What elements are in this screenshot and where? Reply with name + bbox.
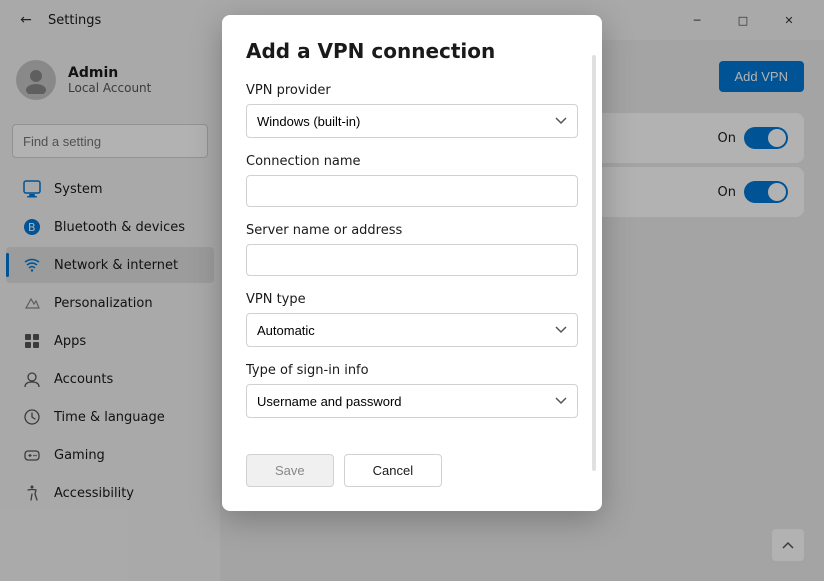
settings-window: ← Settings ─ □ ✕ Admin Local Account [0,0,824,581]
vpn-type-select[interactable]: Automatic [246,313,578,347]
dialog-footer: Save Cancel [246,454,578,487]
connection-name-label: Connection name [246,154,578,169]
vpn-type-label: VPN type [246,292,578,307]
dialog-scrollbar[interactable] [592,55,596,471]
add-vpn-dialog: Add a VPN connection VPN provider Window… [222,15,602,511]
save-button[interactable]: Save [246,454,334,487]
cancel-button[interactable]: Cancel [344,454,442,487]
sign-in-select[interactable]: Username and password [246,384,578,418]
vpn-provider-select[interactable]: Windows (built-in) [246,104,578,138]
sign-in-group: Type of sign-in info Username and passwo… [246,363,578,418]
vpn-provider-label: VPN provider [246,83,578,98]
server-name-group: Server name or address [246,223,578,276]
dialog-title: Add a VPN connection [246,39,578,63]
vpn-type-group: VPN type Automatic [246,292,578,347]
connection-name-group: Connection name [246,154,578,207]
vpn-provider-group: VPN provider Windows (built-in) [246,83,578,138]
sign-in-label: Type of sign-in info [246,363,578,378]
connection-name-input[interactable] [246,175,578,207]
server-name-label: Server name or address [246,223,578,238]
server-name-input[interactable] [246,244,578,276]
